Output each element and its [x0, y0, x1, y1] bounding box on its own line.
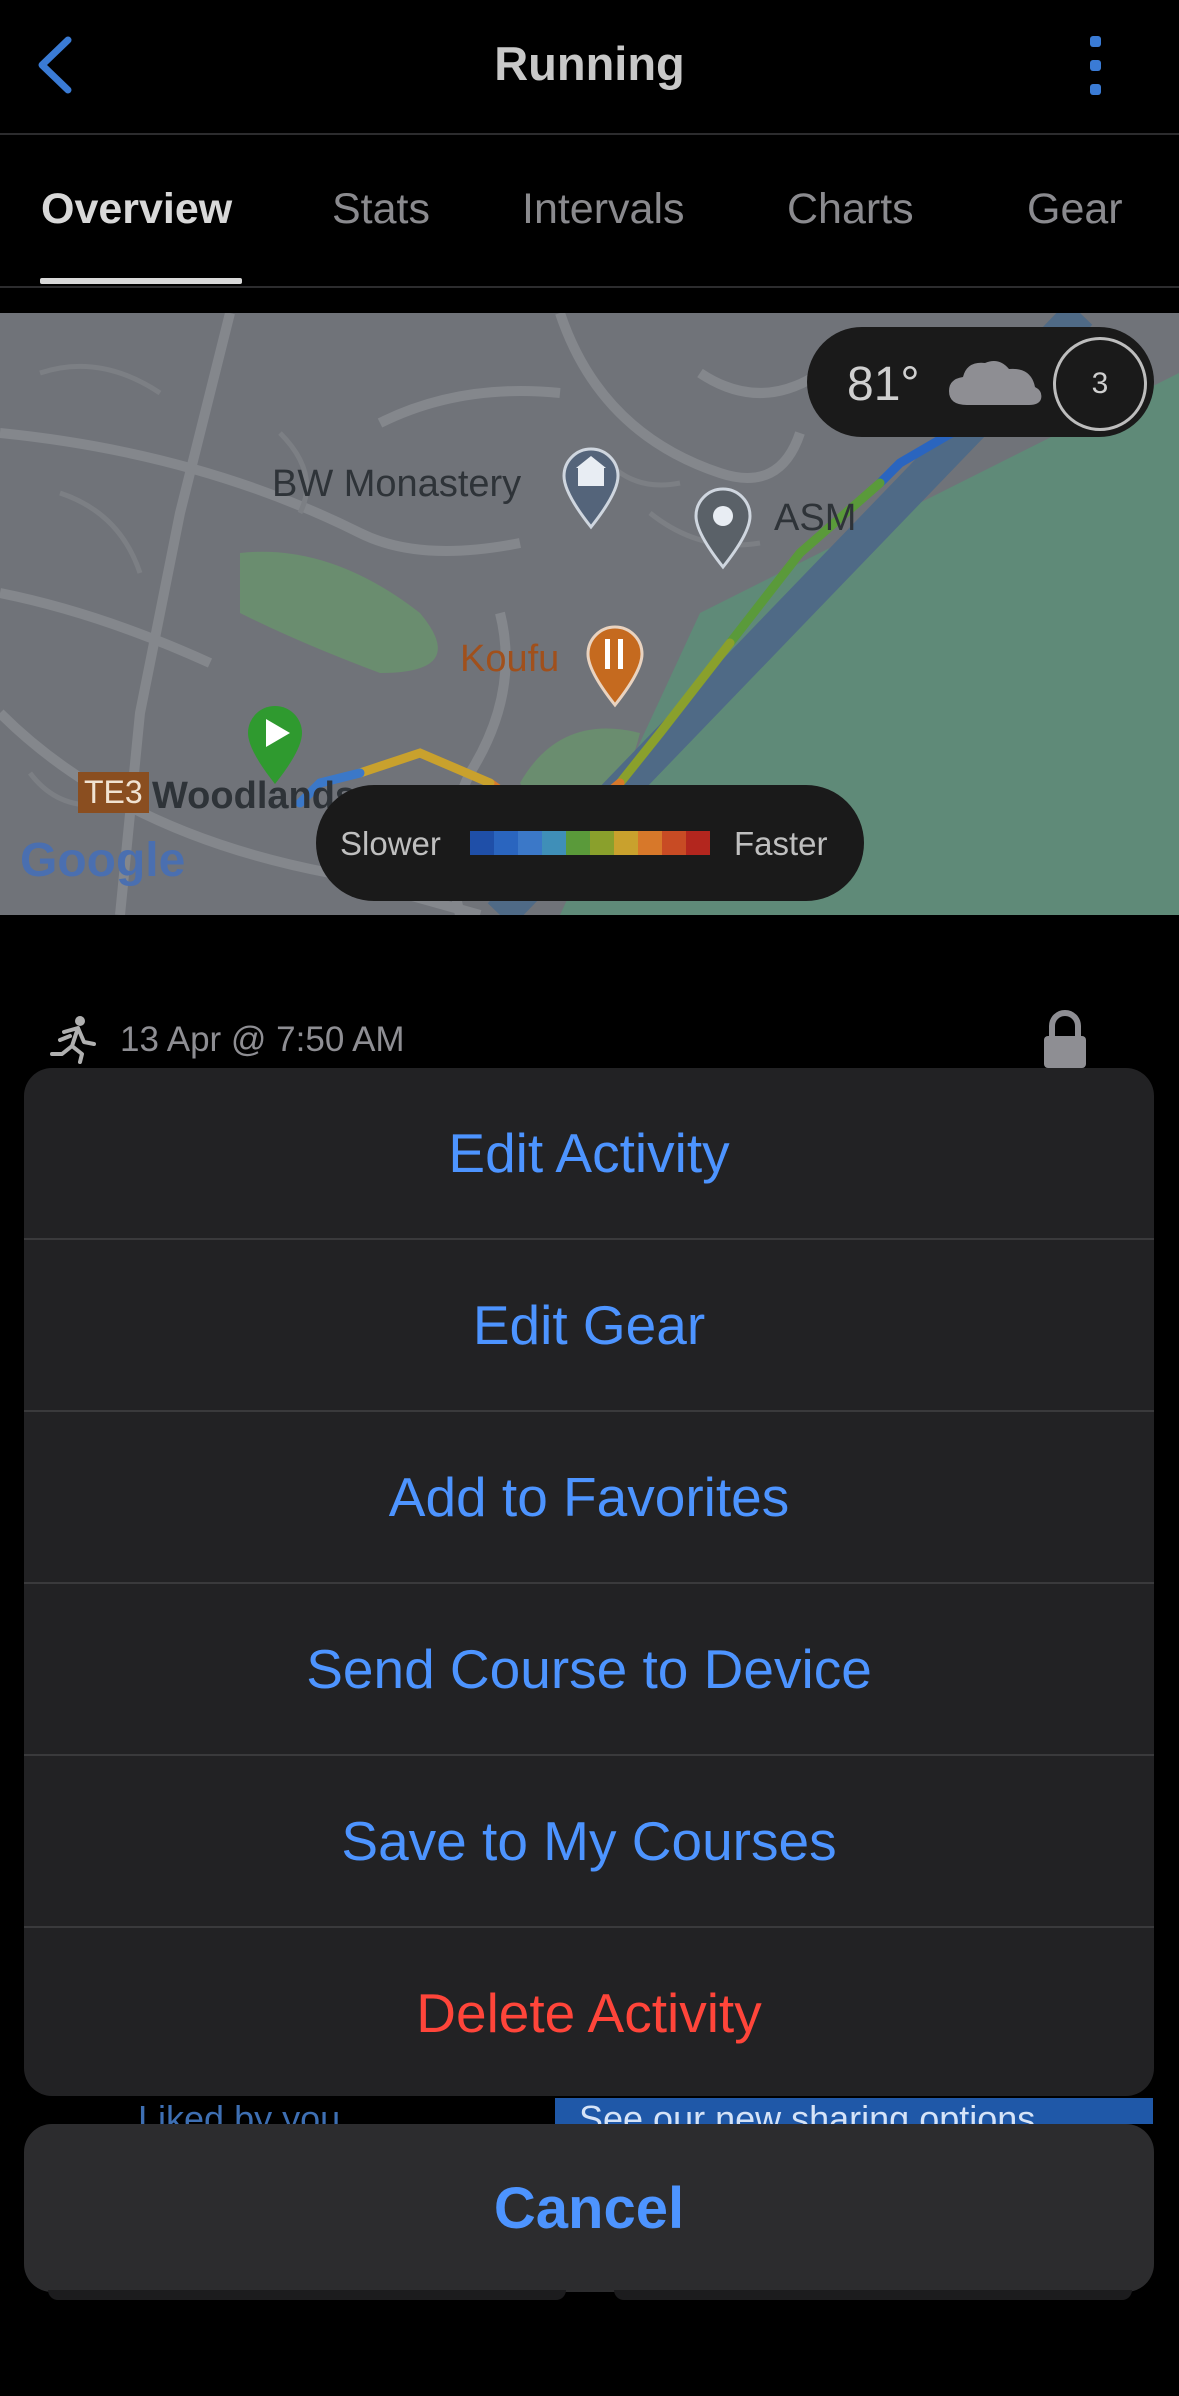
cloud-icon — [949, 361, 1042, 405]
pace-color-swatch — [470, 831, 494, 855]
tab-intervals[interactable]: Intervals — [522, 185, 685, 234]
running-icon — [50, 1016, 96, 1064]
active-tab-indicator — [40, 278, 242, 284]
add-to-favorites-button[interactable]: Add to Favorites — [24, 1412, 1154, 1582]
monastery-pin-icon[interactable] — [556, 441, 626, 531]
pace-color-swatch — [686, 831, 710, 855]
more-options-button[interactable] — [1080, 36, 1110, 96]
tab-overview[interactable]: Overview — [41, 185, 232, 234]
behind-card-edge — [48, 2290, 566, 2300]
pace-color-swatch — [542, 831, 566, 855]
edit-activity-button[interactable]: Edit Activity — [24, 1068, 1154, 1238]
weather-badge[interactable]: 81° 3 — [807, 327, 1154, 437]
behind-card-edge — [614, 2290, 1132, 2300]
action-sheet: Edit Activity Edit Gear Add to Favorites… — [24, 1068, 1154, 2096]
pace-color-swatch — [638, 831, 662, 855]
lock-icon — [1044, 1010, 1086, 1068]
cancel-button[interactable]: Cancel — [24, 2124, 1154, 2292]
tab-charts[interactable]: Charts — [787, 185, 914, 234]
pace-color-scale — [470, 831, 710, 855]
more-vertical-icon — [1080, 36, 1110, 95]
location-pin-icon[interactable] — [688, 481, 758, 571]
tab-bar: Overview Stats Intervals Charts Gear — [0, 135, 1179, 285]
save-to-my-courses-button[interactable]: Save to My Courses — [24, 1756, 1154, 1926]
google-logo: Google — [20, 834, 186, 887]
legend-slower-label: Slower — [340, 825, 441, 862]
top-navigation-bar: Running — [0, 0, 1179, 134]
liked-by-text: Liked by you — [138, 2098, 341, 2124]
pace-color-swatch — [494, 831, 518, 855]
pace-color-swatch — [566, 831, 590, 855]
restaurant-pin-icon[interactable] — [580, 619, 650, 709]
pace-color-swatch — [590, 831, 614, 855]
uv-index-value: 3 — [1091, 367, 1109, 400]
tab-stats[interactable]: Stats — [332, 185, 430, 234]
edit-gear-button[interactable]: Edit Gear — [24, 1240, 1154, 1410]
map-label-asm: ASM — [774, 497, 857, 539]
send-course-to-device-button[interactable]: Send Course to Device — [24, 1584, 1154, 1754]
page-title: Running — [494, 37, 685, 90]
legend-faster-label: Faster — [734, 825, 828, 862]
pace-legend: Slower Faster — [316, 785, 864, 901]
map-label-bw-monastery: BW Monastery — [272, 463, 522, 505]
pace-color-swatch — [518, 831, 542, 855]
temperature: 81° — [847, 358, 920, 411]
pace-color-swatch — [614, 831, 638, 855]
uv-index-ring: 3 — [1053, 337, 1147, 431]
tabs-divider — [0, 286, 1179, 288]
te3-station-badge: TE3 — [78, 772, 149, 813]
pace-color-swatch — [662, 831, 686, 855]
sharing-options-banner: See our new sharing options — [555, 2098, 1153, 2124]
tab-gear[interactable]: Gear — [1027, 185, 1123, 234]
map-label-koufu: Koufu — [460, 638, 560, 680]
activity-datetime: 13 Apr @ 7:50 AM — [120, 1020, 405, 1059]
delete-activity-button[interactable]: Delete Activity — [24, 1928, 1154, 2096]
